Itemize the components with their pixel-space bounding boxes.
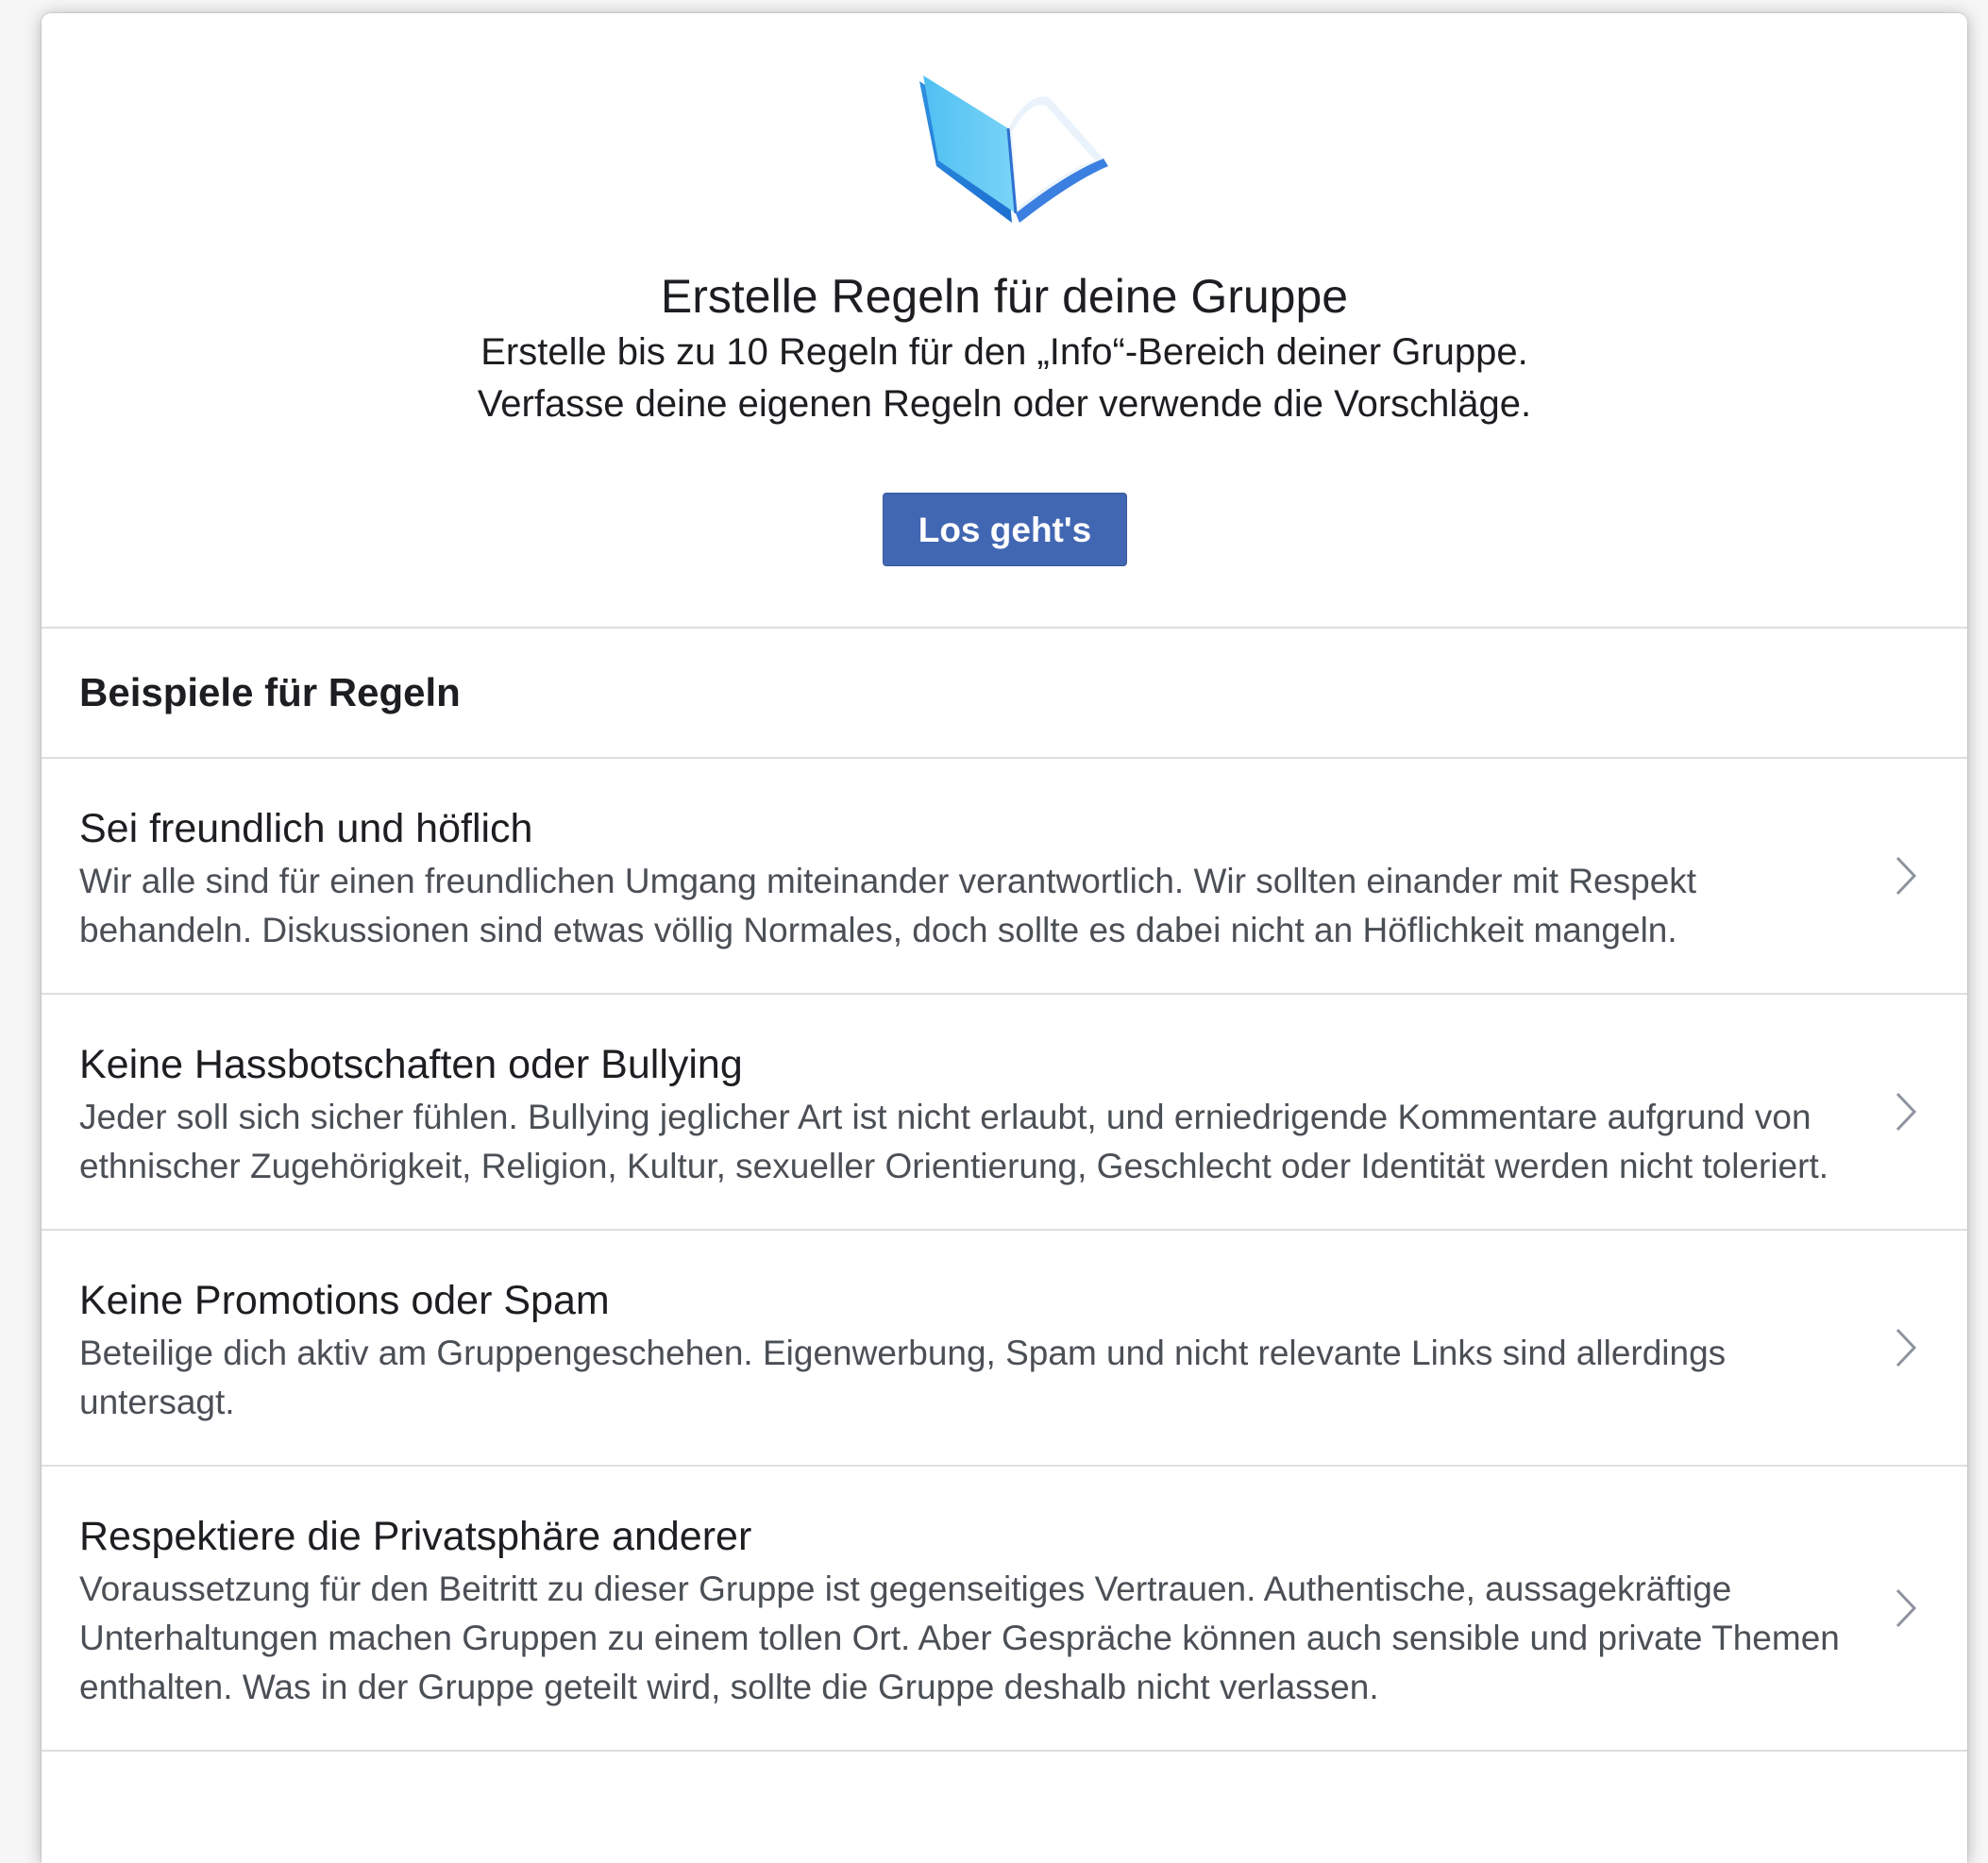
rules-intro: Erstelle Regeln für deine Gruppe Erstell… [42,13,1967,629]
get-started-button[interactable]: Los geht's [883,493,1127,566]
intro-description: Erstelle bis zu 10 Regeln für den „Info“… [477,331,1532,425]
rule-description: Jeder soll sich sicher fühlen. Bullying … [79,1098,1829,1185]
chevron-right-icon [1895,1092,1917,1132]
rule-item[interactable]: Keine Hassbotschaften oder Bullying Jede… [42,995,1967,1231]
group-rules-card: Erstelle Regeln für deine Gruppe Erstell… [42,13,1967,1863]
page-title: Erstelle Regeln für deine Gruppe [660,270,1349,323]
rule-item[interactable]: Respektiere die Privatsphäre anderer Vor… [42,1467,1967,1752]
rule-description: Beteilige dich aktiv am Gruppengeschehen… [79,1334,1727,1421]
rule-title: Keine Promotions oder Spam [79,1278,610,1323]
rule-title: Keine Hassbotschaften oder Bullying [79,1042,743,1087]
book-icon [919,76,1108,223]
rule-description: Wir alle sind für einen freundlichen Umg… [79,862,1697,949]
rule-item[interactable]: Keine Promotions oder Spam Beteilige dic… [42,1231,1967,1467]
chevron-right-icon [1895,856,1917,896]
chevron-right-icon [1895,1328,1917,1368]
rule-title: Sei freundlich und höflich [79,806,533,851]
chevron-right-icon [1895,1588,1917,1628]
rule-description: Voraussetzung für den Beitritt zu dieser… [79,1569,1840,1706]
rule-title: Respektiere die Privatsphäre anderer [79,1514,752,1559]
examples-heading: Beispiele für Regeln [42,629,1967,759]
rule-item[interactable]: Sei freundlich und höflich Wir alle sind… [42,759,1967,995]
